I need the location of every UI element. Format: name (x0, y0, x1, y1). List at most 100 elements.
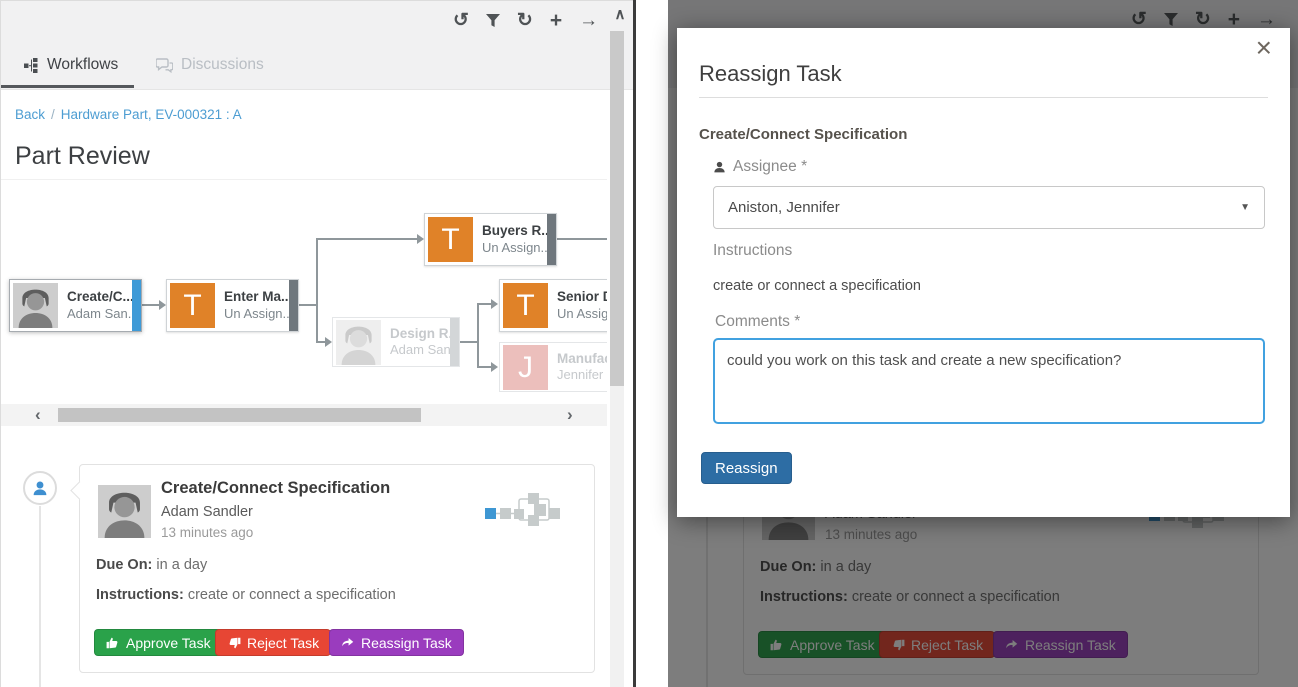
approve-task-label: Approve Task (126, 635, 211, 651)
reassign-task-button[interactable]: Reassign Task (329, 629, 464, 656)
tab-discussions[interactable]: Discussions (156, 56, 264, 74)
connector-arrow (491, 299, 498, 309)
modal-divider (699, 97, 1268, 98)
task-type-badge: T (503, 283, 548, 328)
thumbs-down-icon (227, 636, 241, 650)
instructions-field-label: Instructions (713, 242, 792, 260)
comments-input[interactable]: could you work on this task and create a… (713, 338, 1265, 424)
connector-line (316, 304, 318, 343)
comments-label-text: Comments * (715, 313, 800, 331)
node-title: Buyers R... (482, 222, 547, 240)
reassign-submit-button[interactable]: Reassign (701, 452, 792, 484)
avatar-photo (336, 320, 381, 365)
reassign-task-label: Reassign Task (361, 635, 452, 651)
thumbs-up-icon (106, 636, 120, 650)
connector-line (477, 366, 491, 368)
node-design-r[interactable]: Design R...Adam San... (332, 317, 460, 367)
reject-task-button[interactable]: Reject Task (215, 629, 331, 656)
node-subtitle: Adam San... (67, 306, 132, 323)
assignee-avatar (98, 485, 151, 538)
node-status-bar (547, 214, 556, 265)
node-title: Design R... (390, 325, 450, 343)
workflow-panel: ↺ ↻ + → Workflows Discussions (0, 0, 635, 687)
screen: ↺ ↻ + → Workflows Discussions (0, 0, 1298, 687)
vertical-scrollbar[interactable] (610, 31, 624, 687)
node-title: Create/C... (67, 288, 132, 306)
panel-toolbar: ↺ ↻ + → (453, 10, 598, 32)
modal-title: Reassign Task (699, 61, 842, 87)
instructions-label-text: Instructions (713, 242, 792, 260)
assignee-selected-value: Aniston, Jennifer (728, 199, 840, 216)
breadcrumb-back-link[interactable]: Back (15, 107, 45, 122)
chevron-down-icon: ▼ (1240, 202, 1250, 213)
instructions-label: Instructions: (96, 587, 184, 603)
assignee-field-label: Assignee * (713, 158, 807, 176)
connector-line (316, 341, 325, 343)
close-icon[interactable]: × (1256, 34, 1272, 62)
diagram-horizontal-scrollbar[interactable]: ‹ › (1, 404, 607, 426)
breadcrumb-item-link[interactable]: Hardware Part, EV-000321 : A (61, 107, 242, 122)
connector-arrow (325, 337, 332, 347)
refresh-icon[interactable]: ↻ (517, 10, 533, 32)
filter-icon[interactable] (486, 14, 500, 28)
node-enter-ma[interactable]: T Enter Ma...Un Assign... (166, 279, 299, 332)
node-subtitle: Adam San... (390, 342, 450, 359)
connector-arrow (491, 362, 498, 372)
scroll-left-icon[interactable]: ‹ (35, 404, 41, 426)
discussions-icon (156, 58, 173, 73)
node-subtitle: Un Assign... (224, 306, 289, 323)
connector-arrow (417, 234, 424, 244)
node-buyers-r[interactable]: T Buyers R...Un Assign... (424, 213, 557, 266)
add-icon[interactable]: + (550, 10, 562, 32)
task-card: Create/Connect Specification Adam Sandle… (79, 464, 595, 673)
instructions-value: create or connect a specification (188, 587, 396, 603)
task-timestamp: 13 minutes ago (161, 525, 253, 540)
assignee-label-text: Assignee * (733, 158, 807, 176)
person-icon (713, 160, 726, 174)
node-senior-d[interactable]: T Senior DUn Assig (499, 279, 607, 332)
node-status-bar (450, 318, 459, 366)
tab-workflows[interactable]: Workflows (24, 56, 118, 74)
vertical-scroll-thumb[interactable] (610, 31, 624, 386)
horizontal-scroll-thumb[interactable] (58, 408, 421, 422)
history-icon[interactable]: ↺ (453, 10, 469, 32)
connector-arrow (159, 300, 166, 310)
node-subtitle: Jennifer (557, 367, 607, 384)
approve-task-button[interactable]: Approve Task (94, 629, 223, 656)
reassign-task-modal: × Reassign Task Create/Connect Specifica… (677, 28, 1290, 517)
tab-discussions-label: Discussions (181, 56, 264, 74)
scroll-up-icon[interactable]: ∧ (607, 5, 633, 29)
due-row: Due On: in a day (96, 557, 207, 573)
node-manufac[interactable]: J ManufacJennifer (499, 342, 607, 392)
modal-task-name: Create/Connect Specification (699, 126, 907, 143)
task-assignee: Adam Sandler (161, 504, 253, 520)
funnel-glyph (486, 14, 500, 28)
breadcrumb-separator: / (51, 107, 55, 122)
scroll-right-icon[interactable]: › (567, 404, 573, 426)
forward-icon[interactable]: → (579, 10, 598, 32)
connector-line (557, 238, 607, 240)
node-subtitle: Un Assign... (482, 240, 547, 257)
window-divider (633, 0, 636, 687)
task-title: Create/Connect Specification (161, 479, 390, 498)
reassign-arrow-icon (341, 636, 355, 650)
due-value: in a day (156, 557, 207, 573)
node-create-connect[interactable]: Create/C...Adam San... (9, 279, 142, 332)
task-type-badge: J (503, 345, 548, 390)
connector-line (316, 239, 318, 306)
mini-workflow-icon (485, 493, 561, 533)
due-label: Due On: (96, 557, 152, 573)
connector-line (316, 238, 417, 240)
connector-line (142, 304, 159, 306)
reassign-submit-label: Reassign (715, 460, 778, 477)
node-status-bar (132, 280, 141, 331)
person-icon (31, 479, 49, 497)
timeline-line (39, 506, 41, 687)
assignee-select[interactable]: Aniston, Jennifer ▼ (713, 186, 1265, 229)
tab-workflows-label: Workflows (47, 56, 118, 74)
active-tab-underline (1, 85, 134, 88)
comments-field-label: Comments * (715, 313, 800, 331)
reject-task-label: Reject Task (247, 635, 319, 651)
breadcrumb: Back / Hardware Part, EV-000321 : A (15, 107, 242, 122)
node-title: Senior D (557, 288, 607, 306)
